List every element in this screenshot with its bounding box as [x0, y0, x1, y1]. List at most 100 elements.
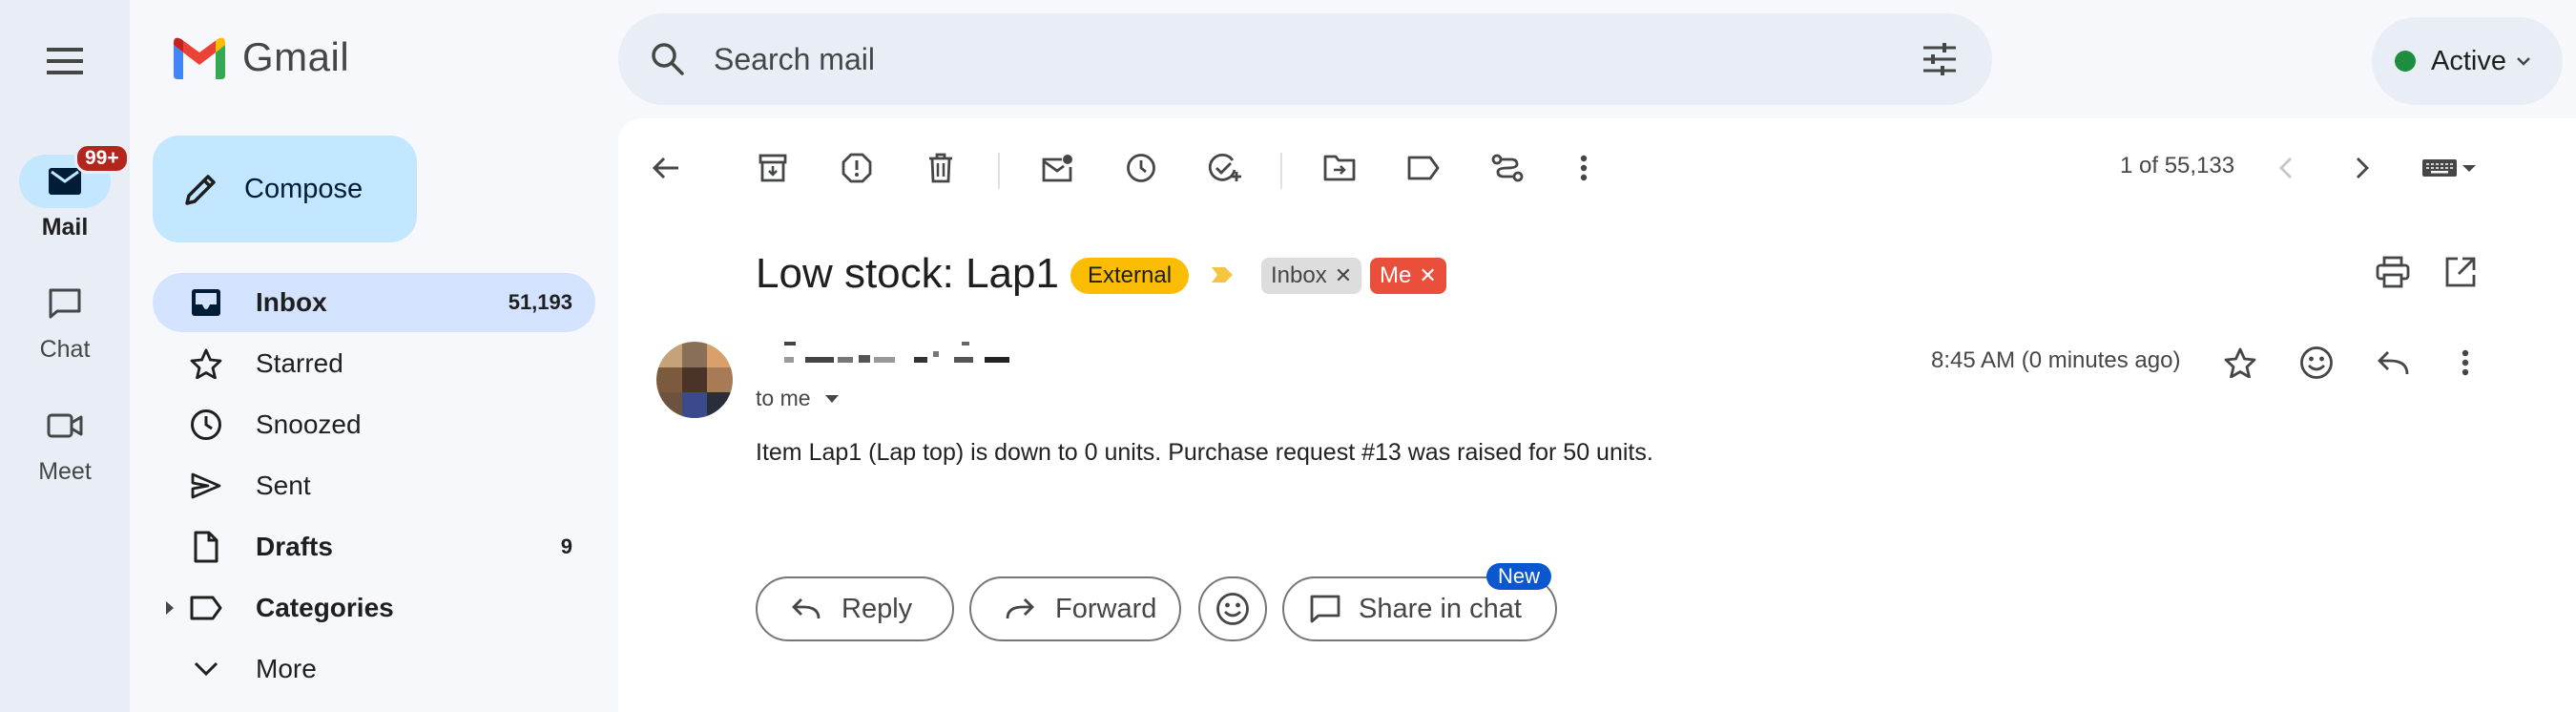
- pagination-text: 1 of 55,133: [2120, 153, 2235, 178]
- nav-label: Starred: [256, 348, 343, 378]
- email-timestamp: 8:45 AM (0 minutes ago): [1931, 347, 2181, 373]
- send-icon: [191, 472, 221, 499]
- open-new-window-button[interactable]: [2444, 256, 2477, 288]
- nav-label: Drafts: [256, 532, 333, 561]
- chevron-down-icon: [2517, 57, 2530, 66]
- star-icon: [190, 348, 222, 379]
- unread-badge: 99+: [74, 143, 130, 174]
- me-label-chip: Me ✕: [1370, 258, 1446, 294]
- nav-label: Snoozed: [256, 409, 362, 439]
- gmail-logo[interactable]: Gmail: [170, 34, 349, 80]
- more-actions-button[interactable]: [1561, 145, 1607, 191]
- older-button[interactable]: [2339, 145, 2385, 191]
- nav-label: Categories: [256, 593, 394, 622]
- draft-icon: [194, 531, 218, 563]
- mark-unread-icon: [1042, 155, 1072, 182]
- new-badge: New: [1486, 563, 1552, 590]
- caret-down-icon: [824, 394, 839, 403]
- reply-label: Reply: [841, 593, 913, 624]
- clock-icon: [191, 409, 221, 440]
- recipient-text: to me: [756, 386, 811, 410]
- print-icon: [2376, 256, 2410, 288]
- compose-button[interactable]: Compose: [153, 136, 417, 242]
- chip-label: External: [1088, 262, 1173, 288]
- label-icon: [1407, 156, 1440, 180]
- react-action-button[interactable]: [1198, 576, 1267, 641]
- message-more-button[interactable]: [2441, 338, 2490, 387]
- redacted-sender-name: [784, 342, 1009, 363]
- email-subject: Low stock: Lap1: [756, 250, 1059, 297]
- snooze-button[interactable]: [1118, 145, 1164, 191]
- main-menu-button[interactable]: [36, 32, 93, 90]
- recipient-toggle[interactable]: to me: [756, 386, 840, 411]
- rail-item-chat[interactable]: Chat: [0, 277, 130, 364]
- caret-right-icon: [166, 601, 174, 615]
- nav-label: Inbox: [256, 287, 327, 317]
- arrow-back-icon: [652, 157, 678, 179]
- chat-icon: [1310, 595, 1340, 623]
- back-button[interactable]: [643, 145, 689, 191]
- clock-icon: [1127, 154, 1155, 182]
- nav-item-more[interactable]: More: [153, 639, 595, 699]
- external-label-chip: External: [1070, 258, 1190, 294]
- compose-label: Compose: [244, 173, 364, 204]
- reply-button[interactable]: [2368, 338, 2418, 387]
- chevron-right-icon: [2357, 157, 2369, 178]
- filter-button[interactable]: [1485, 145, 1530, 191]
- remove-label-icon[interactable]: ✕: [1335, 263, 1352, 288]
- filter-messages-icon: [1491, 154, 1524, 182]
- remove-label-icon[interactable]: ✕: [1419, 263, 1436, 288]
- add-to-tasks-button[interactable]: [1202, 145, 1248, 191]
- search-input[interactable]: [712, 40, 1841, 78]
- importance-marker-icon[interactable]: [1210, 265, 1235, 284]
- status-dot: [2395, 51, 2416, 72]
- mark-unread-button[interactable]: [1034, 145, 1080, 191]
- forward-icon: [1006, 598, 1034, 619]
- share-label: Share in chat: [1359, 593, 1522, 624]
- reply-action-button[interactable]: Reply: [756, 576, 954, 641]
- reply-icon: [792, 598, 821, 619]
- nav-item-starred[interactable]: Starred: [153, 334, 595, 393]
- input-tools-button[interactable]: [2412, 145, 2488, 191]
- reply-icon: [2378, 351, 2409, 375]
- chevron-down-icon: [194, 661, 218, 677]
- email-body: Item Lap1 (Lap top) is down to 0 units. …: [756, 439, 1653, 466]
- star-button[interactable]: [2215, 338, 2265, 387]
- nav-item-sent[interactable]: Sent: [153, 456, 595, 515]
- nav-item-snoozed[interactable]: Snoozed: [153, 395, 595, 454]
- rail-item-label: Meet: [38, 458, 92, 485]
- forward-action-button[interactable]: Forward: [969, 576, 1181, 641]
- mail-icon: [49, 168, 81, 195]
- trash-icon: [929, 153, 952, 183]
- chip-label: Inbox: [1271, 262, 1327, 288]
- archive-button[interactable]: [750, 145, 796, 191]
- sender-avatar[interactable]: [656, 342, 733, 418]
- app-name: Gmail: [242, 34, 350, 79]
- inbox-icon: [192, 289, 220, 316]
- toolbar-divider: [998, 153, 1000, 189]
- gmail-m-icon: [174, 37, 225, 79]
- status-selector[interactable]: Active: [2372, 17, 2563, 105]
- rail-item-mail[interactable]: 99+ Mail: [0, 143, 130, 241]
- move-to-button[interactable]: [1317, 145, 1362, 191]
- rail-item-meet[interactable]: Meet: [0, 399, 130, 486]
- star-icon: [2224, 347, 2256, 378]
- toolbar-divider: [1280, 153, 1282, 189]
- nav-item-drafts[interactable]: Drafts 9: [153, 517, 595, 576]
- search-options-icon: [1923, 43, 1956, 75]
- print-all-button[interactable]: [2376, 256, 2410, 288]
- newer-button[interactable]: [2263, 145, 2309, 191]
- labels-button[interactable]: [1401, 145, 1446, 191]
- delete-button[interactable]: [918, 145, 964, 191]
- inbox-label-chip: Inbox ✕: [1261, 258, 1362, 294]
- chevron-left-icon: [2279, 157, 2292, 178]
- report-spam-button[interactable]: [834, 145, 880, 191]
- nav-label: More: [256, 654, 317, 683]
- nav-label: Sent: [256, 471, 311, 500]
- nav-item-inbox[interactable]: Inbox 51,193: [153, 273, 595, 332]
- report-spam-icon: [841, 153, 872, 183]
- nav-item-categories[interactable]: Categories: [153, 578, 595, 638]
- add-reaction-button[interactable]: [2292, 338, 2341, 387]
- email-view: 1 of 55,133 Low stock: Lap1 External Inb…: [618, 118, 2576, 712]
- rail-item-label: Chat: [39, 336, 91, 363]
